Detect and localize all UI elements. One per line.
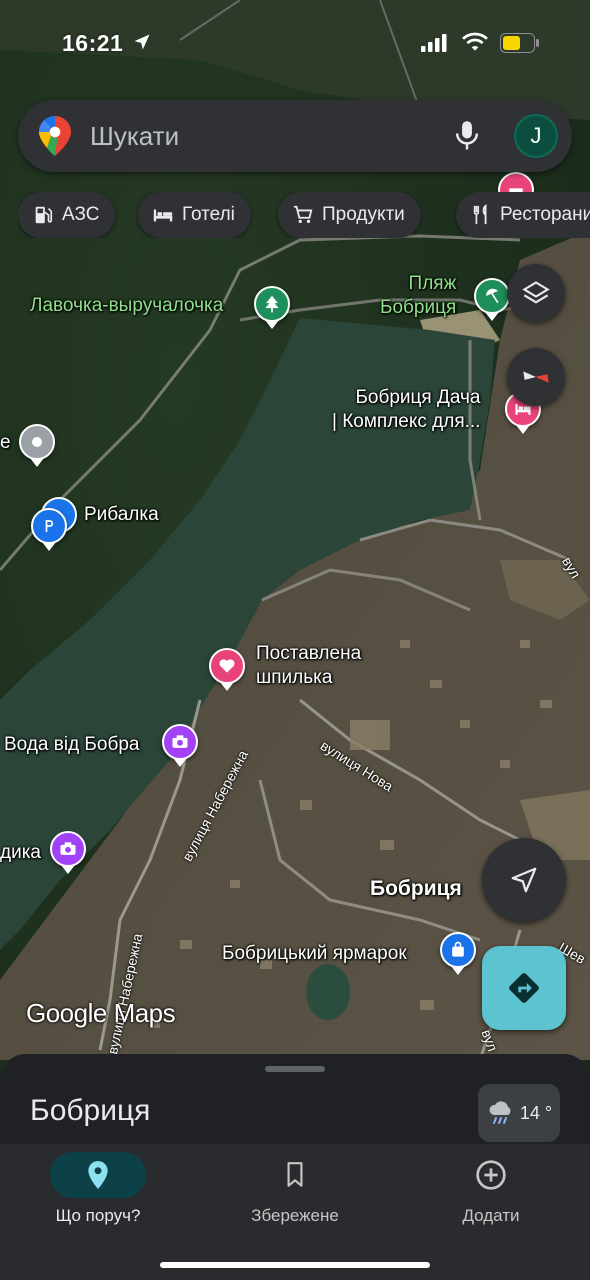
heart-icon: [219, 659, 235, 673]
camera-icon: [172, 735, 188, 748]
tab-saved-label: Збережене: [251, 1206, 339, 1225]
bottom-navigation: Що поруч? Збережене Додати: [0, 1144, 590, 1280]
photo-spot-pin-2[interactable]: [50, 831, 86, 867]
chip-groceries[interactable]: Продукти: [278, 192, 421, 238]
chip-label: Продукти: [322, 204, 405, 225]
tab-explore-label: Що поруч?: [55, 1206, 141, 1225]
chip-restaurants[interactable]: Ресторани: [456, 192, 590, 238]
beach-umbrella-icon: [486, 288, 499, 304]
market-pin[interactable]: [440, 932, 476, 968]
hotel-bed-icon: [153, 209, 173, 222]
dot-icon: [32, 437, 42, 447]
my-location-button[interactable]: [482, 838, 566, 922]
chip-label: Ресторани: [500, 204, 590, 225]
poi-label-edge[interactable]: е: [0, 431, 11, 455]
shopping-cart-icon: [293, 205, 313, 224]
wifi-icon: [462, 32, 488, 51]
tab-contribute[interactable]: Додати: [406, 1152, 576, 1226]
directions-icon: [509, 973, 539, 1003]
layers-button[interactable]: [507, 264, 565, 322]
search-bar[interactable]: Шукати J: [18, 100, 572, 172]
place-title: Бобриця: [30, 1094, 151, 1127]
generic-pin[interactable]: [19, 424, 55, 460]
tab-explore[interactable]: Що поруч?: [13, 1152, 183, 1226]
status-bar: 16:21: [0, 0, 590, 90]
poi-label-rybalka[interactable]: Рибалка: [84, 503, 159, 527]
compass-icon: [523, 371, 549, 383]
tree-icon: [265, 295, 279, 313]
chip-label: АЗС: [62, 204, 100, 225]
camera-icon: [60, 842, 76, 855]
google-maps-logo-icon: [38, 116, 71, 156]
battery-icon: [500, 33, 539, 53]
poi-label-lavochka[interactable]: Лавочка-выручалочка: [30, 294, 223, 318]
park-pin[interactable]: [254, 286, 290, 322]
chip-gas-stations[interactable]: АЗС: [18, 192, 116, 238]
restaurant-icon: [473, 204, 487, 225]
tab-saved[interactable]: Збережене: [210, 1152, 380, 1226]
chip-hotels[interactable]: Готелі: [138, 192, 251, 238]
gas-station-icon: [35, 206, 53, 224]
search-input[interactable]: Шукати: [90, 121, 179, 152]
location-pin-icon: [88, 1161, 108, 1189]
poi-label-market[interactable]: Бобрицький ярмарок: [222, 942, 407, 966]
poi-label-dacha[interactable]: Бобриця Дача | Комплекс для...: [332, 386, 480, 434]
shopping-bag-icon: [452, 941, 464, 957]
poi-label-voda[interactable]: Вода від Бобра: [4, 733, 140, 757]
navigation-arrow-icon: [511, 867, 537, 893]
dropped-pin-label[interactable]: Поставлена шпилька: [256, 642, 361, 690]
add-circle-icon: [476, 1160, 506, 1190]
layers-icon: [522, 281, 550, 304]
microphone-icon[interactable]: [452, 120, 482, 152]
weather-chip[interactable]: 14 °: [478, 1084, 560, 1142]
poi-label-beach[interactable]: Пляж Бобриця: [380, 272, 456, 320]
sheet-drag-handle[interactable]: [265, 1066, 325, 1072]
clock: 16:21: [62, 30, 124, 56]
bookmark-icon: [287, 1162, 303, 1187]
dropped-pin[interactable]: [209, 648, 245, 684]
photo-spot-pin[interactable]: [162, 724, 198, 760]
tab-contribute-pill: [443, 1152, 539, 1198]
directions-button[interactable]: [482, 946, 566, 1030]
compass-button[interactable]: [507, 348, 565, 406]
location-services-icon: [134, 34, 150, 50]
temperature: 14 °: [519, 1102, 553, 1123]
beach-pin[interactable]: [474, 278, 510, 314]
account-avatar[interactable]: J: [514, 114, 558, 158]
cellular-signal-icon: [421, 34, 447, 52]
parking-icon: [45, 520, 54, 532]
parking-pin[interactable]: [31, 508, 67, 544]
chip-label: Готелі: [182, 204, 235, 225]
rain-cloud-icon: [489, 1101, 511, 1124]
tab-explore-pill: [50, 1152, 146, 1198]
tab-contribute-label: Додати: [462, 1206, 520, 1225]
home-indicator[interactable]: [160, 1262, 430, 1268]
poi-label-dyka[interactable]: дика: [0, 841, 41, 865]
town-label-bobrytsia[interactable]: Бобриця: [370, 877, 462, 901]
category-chips: АЗС Готелі Продукти Ресторани: [18, 192, 590, 238]
tab-saved-pill: [247, 1152, 343, 1198]
google-maps-wordmark: Google Maps: [26, 998, 176, 1028]
